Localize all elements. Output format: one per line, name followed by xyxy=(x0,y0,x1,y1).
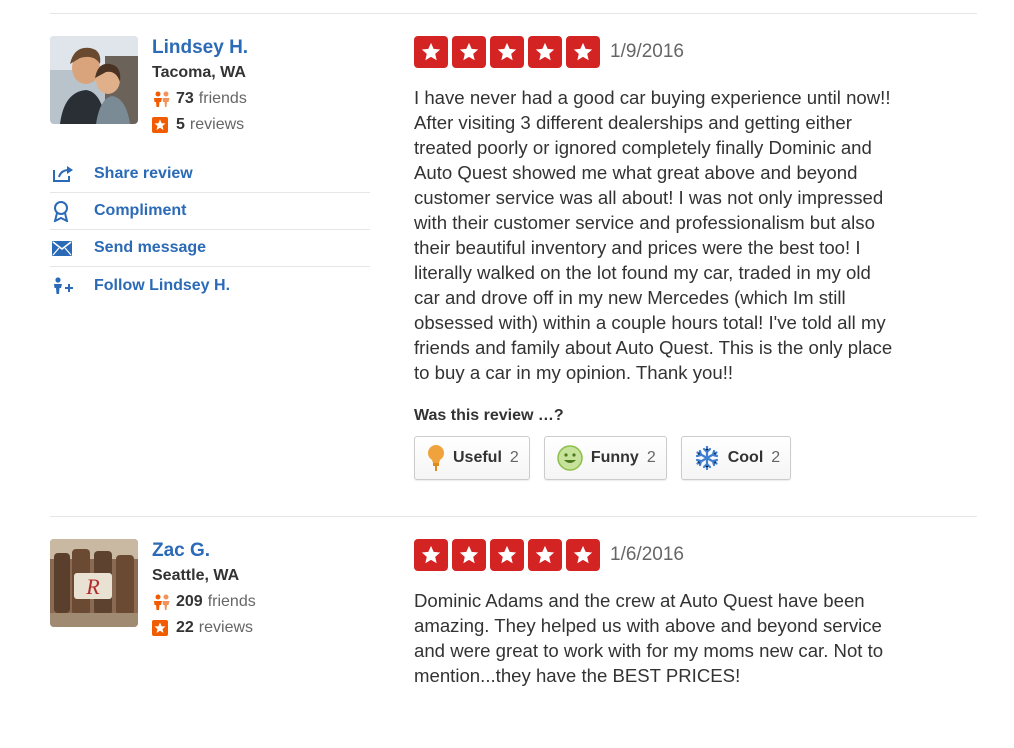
compliment-link[interactable]: Compliment xyxy=(50,193,370,230)
send-message-label[interactable]: Send message xyxy=(94,239,206,257)
funny-button[interactable]: Funny 2 xyxy=(543,436,667,480)
star-icon xyxy=(490,36,524,68)
share-review-label[interactable]: Share review xyxy=(94,165,193,183)
share-arrow-icon xyxy=(50,165,94,183)
star-icon xyxy=(566,36,600,68)
friends-icon xyxy=(152,594,176,610)
funny-count: 2 xyxy=(646,449,656,466)
lightbulb-icon xyxy=(427,444,445,472)
useful-button[interactable]: Useful 2 xyxy=(414,436,530,480)
ribbon-icon xyxy=(50,200,94,222)
funny-label: Funny xyxy=(590,449,639,466)
smiley-icon xyxy=(557,445,583,471)
reviews-count: 5 reviews xyxy=(152,112,372,138)
follow-user-label[interactable]: Follow Lindsey H. xyxy=(94,277,230,295)
top-divider xyxy=(50,13,977,14)
snowflake-icon xyxy=(694,445,720,471)
vote-question: Was this review …? xyxy=(414,407,564,424)
star-icon xyxy=(414,36,448,68)
star-icon xyxy=(528,539,562,571)
star-icon xyxy=(566,539,600,571)
cool-label: Cool xyxy=(727,449,764,466)
star-icon xyxy=(452,539,486,571)
review-star-icon xyxy=(152,117,176,133)
cool-count: 2 xyxy=(771,449,781,466)
review-body: 1/6/2016 Dominic Adams and the crew at A… xyxy=(414,539,974,688)
share-review-link[interactable]: Share review xyxy=(50,156,370,193)
star-icon xyxy=(528,36,562,68)
star-rating xyxy=(414,539,600,571)
friends-count: 73 friends xyxy=(152,86,372,112)
useful-count: 2 xyxy=(509,449,519,466)
user-actions: Share review Compliment Send message Fol… xyxy=(50,156,370,304)
star-rating xyxy=(414,36,600,68)
review-date: 1/9/2016 xyxy=(610,41,684,62)
rating-row: 1/9/2016 xyxy=(414,36,974,68)
user-location: Tacoma, WA xyxy=(152,64,246,81)
star-icon xyxy=(414,539,448,571)
review-text: Dominic Adams and the crew at Auto Quest… xyxy=(414,590,884,686)
user-name[interactable]: Lindsey H. xyxy=(152,36,372,60)
review-date: 1/6/2016 xyxy=(610,544,684,565)
star-icon xyxy=(452,36,486,68)
review-text: I have never had a good car buying exper… xyxy=(414,87,893,383)
send-message-link[interactable]: Send message xyxy=(50,230,370,267)
reviews-count: 22 reviews xyxy=(152,615,372,641)
user-name[interactable]: Zac G. xyxy=(152,539,372,563)
follow-user-icon xyxy=(50,276,94,295)
star-icon xyxy=(490,539,524,571)
avatar[interactable] xyxy=(50,36,138,124)
compliment-label[interactable]: Compliment xyxy=(94,202,186,220)
follow-user-link[interactable]: Follow Lindsey H. xyxy=(50,267,370,304)
user-info: Zac G. Seattle, WA 209 friends 22 reviews xyxy=(152,539,372,641)
cool-button[interactable]: Cool 2 xyxy=(680,436,792,480)
review-body: 1/9/2016 I have never had a good car buy… xyxy=(414,36,974,480)
review-divider xyxy=(50,516,977,517)
user-info: Lindsey H. Tacoma, WA 73 friends 5 review xyxy=(152,36,372,138)
avatar[interactable]: R xyxy=(50,539,138,627)
svg-text:R: R xyxy=(85,574,100,599)
review-star-icon xyxy=(152,620,176,636)
friends-count: 209 friends xyxy=(152,589,372,615)
envelope-icon xyxy=(50,240,94,256)
friends-icon xyxy=(152,91,176,107)
rating-row: 1/6/2016 xyxy=(414,539,974,571)
vote-buttons: Useful 2 Funny 2 Cool 2 xyxy=(414,436,974,480)
useful-label: Useful xyxy=(453,449,502,466)
user-location: Seattle, WA xyxy=(152,567,240,584)
